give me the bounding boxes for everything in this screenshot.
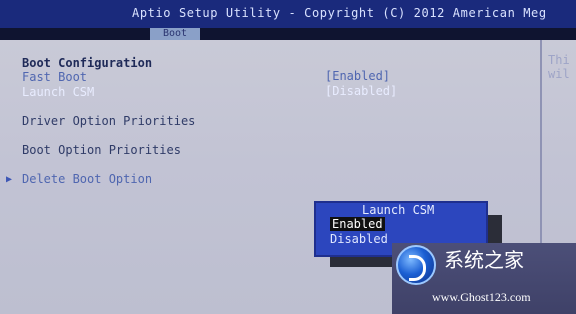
help-panel: Thi wil: [548, 53, 576, 81]
delete-boot-option[interactable]: Delete Boot Option: [22, 172, 152, 186]
help-line-1: Thi: [548, 53, 570, 67]
help-line-2: wil: [548, 67, 570, 81]
tab-boot[interactable]: Boot: [150, 28, 200, 40]
fast-boot-value[interactable]: [Enabled]: [325, 69, 390, 83]
window-title: Aptio Setup Utility - Copyright (C) 2012…: [132, 6, 547, 20]
watermark: 系统之家 www.Ghost123.com: [392, 243, 576, 314]
launch-csm-value[interactable]: [Disabled]: [325, 84, 397, 98]
popup-title: Launch CSM: [362, 203, 435, 217]
section-title: Boot Configuration: [22, 56, 153, 70]
fast-boot-label[interactable]: Fast Boot: [22, 70, 87, 84]
watermark-url: www.Ghost123.com: [432, 290, 531, 304]
popup-option-disabled[interactable]: Disabled: [330, 232, 388, 246]
driver-option-priorities[interactable]: Driver Option Priorities: [22, 114, 195, 128]
ghost-logo-icon: [396, 245, 436, 285]
popup-option-enabled[interactable]: Enabled: [330, 217, 385, 231]
watermark-chinese-text: 系统之家: [444, 248, 524, 272]
header-bar: Aptio Setup Utility - Copyright (C) 2012…: [0, 0, 576, 28]
launch-csm-label[interactable]: Launch CSM: [22, 85, 94, 99]
selection-arrow-icon: ▶: [6, 174, 13, 185]
boot-option-priorities[interactable]: Boot Option Priorities: [22, 143, 181, 157]
